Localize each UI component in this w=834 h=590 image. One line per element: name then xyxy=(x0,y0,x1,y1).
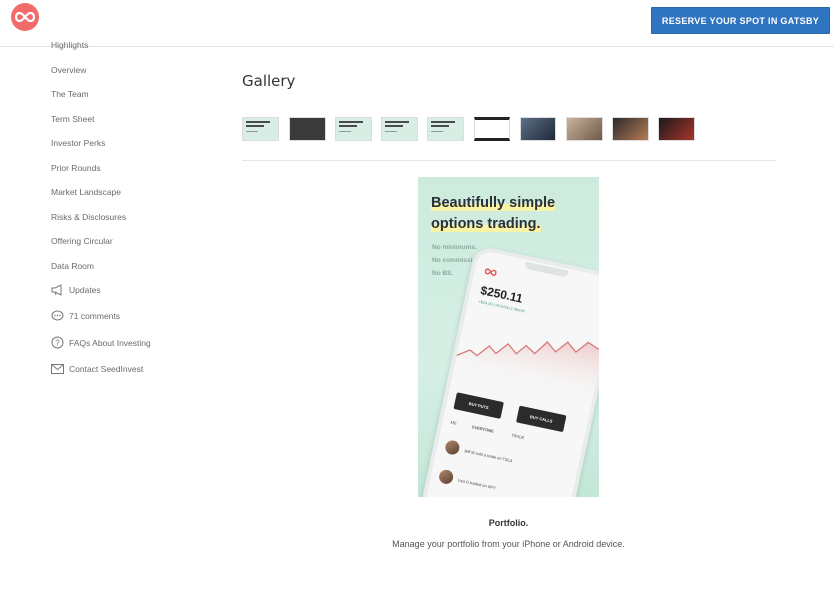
svg-text:?: ? xyxy=(55,338,60,347)
gallery-thumbnail[interactable] xyxy=(242,117,279,141)
gallery-thumbnail[interactable] xyxy=(474,117,510,141)
sidebar-item-team[interactable]: The Team xyxy=(51,89,89,99)
gallery-title: Gallery xyxy=(242,72,296,90)
gallery-main-image[interactable]: Beautifully simple options trading. No m… xyxy=(418,177,599,497)
updates-label: Updates xyxy=(69,285,101,295)
gallery-caption-text: Manage your portfolio from your iPhone o… xyxy=(392,539,625,549)
gallery-thumbnail[interactable] xyxy=(520,117,556,141)
question-circle-icon: ? xyxy=(51,336,64,349)
sidebar-item-term-sheet[interactable]: Term Sheet xyxy=(51,114,94,124)
phone-mockup: $250.11 +$24.09 (+9.54%) 1 Month BUY PUT… xyxy=(419,245,599,497)
gallery-caption-title: Portfolio. xyxy=(488,518,529,528)
contact-label: Contact SeedInvest xyxy=(69,364,144,374)
phone-tab: ME xyxy=(450,419,458,426)
infinity-logo-icon xyxy=(484,268,497,276)
headline-line-2: options trading. xyxy=(431,216,541,232)
infinity-logo-icon[interactable] xyxy=(11,3,39,31)
subtext-line: No minimums. xyxy=(432,244,477,251)
gallery-thumbnail[interactable] xyxy=(427,117,464,141)
top-navigation-bar: RESERVE YOUR SPOT IN GATSBY xyxy=(0,0,834,47)
phone-notch xyxy=(524,261,569,278)
gallery-thumbnail[interactable] xyxy=(289,117,326,141)
comment-bubble-icon xyxy=(51,310,64,321)
gallery-thumbnail[interactable] xyxy=(335,117,372,141)
gallery-thumbnail[interactable] xyxy=(612,117,649,141)
sidebar-item-overview[interactable]: Overview xyxy=(51,65,86,75)
sidebar-item-updates[interactable]: Updates xyxy=(51,284,101,296)
sidebar-item-prior-rounds[interactable]: Prior Rounds xyxy=(51,163,101,173)
megaphone-icon xyxy=(51,284,62,296)
headline-line-1: Beautifully simple xyxy=(431,195,556,211)
sidebar-item-market-landscape[interactable]: Market Landscape xyxy=(51,187,121,197)
feed-text: Jeff M sold a trade on TSLA xyxy=(463,447,513,463)
reserve-spot-button[interactable]: RESERVE YOUR SPOT IN GATSBY xyxy=(651,7,830,34)
sidebar-item-offering-circular[interactable]: Offering Circular xyxy=(51,236,113,246)
sidebar-item-highlights[interactable]: Highlights xyxy=(51,40,88,50)
phone-line-chart xyxy=(452,341,599,405)
buy-calls-button: BUY CALLS xyxy=(516,405,567,433)
comments-label: 71 comments xyxy=(69,311,121,321)
avatar xyxy=(444,439,461,456)
phone-tab: EVERYONE xyxy=(471,424,495,434)
phone-feed-item: Lisa G traded on SPY xyxy=(437,468,497,495)
feed-text: Lisa G traded on SPY xyxy=(457,476,497,490)
phone-tab: TRADE xyxy=(510,432,526,441)
image-headline: Beautifully simple options trading. xyxy=(431,193,556,235)
infinity-icon xyxy=(15,11,35,23)
buy-puts-button: BUY PUTS xyxy=(453,392,504,419)
sidebar-item-contact[interactable]: Contact SeedInvest xyxy=(51,364,143,374)
sidebar-item-data-room[interactable]: Data Room xyxy=(51,261,94,271)
envelope-icon xyxy=(51,364,64,374)
faqs-label: FAQs About Investing xyxy=(69,337,151,348)
sidebar-item-risks[interactable]: Risks & Disclosures xyxy=(51,212,126,222)
gallery-thumbnail[interactable] xyxy=(658,117,695,141)
sidebar-item-investor-perks[interactable]: Investor Perks xyxy=(51,138,105,148)
gallery-divider xyxy=(242,160,776,161)
gallery-thumbnail[interactable] xyxy=(566,117,603,141)
avatar xyxy=(437,468,455,486)
phone-feed-item: Jeff M sold a trade on TSLA xyxy=(444,439,514,467)
sidebar-item-comments[interactable]: 71 comments xyxy=(51,310,120,322)
gallery-thumbnail[interactable] xyxy=(381,117,418,141)
sidebar-item-faqs[interactable]: ? FAQs About Investing xyxy=(51,336,151,349)
